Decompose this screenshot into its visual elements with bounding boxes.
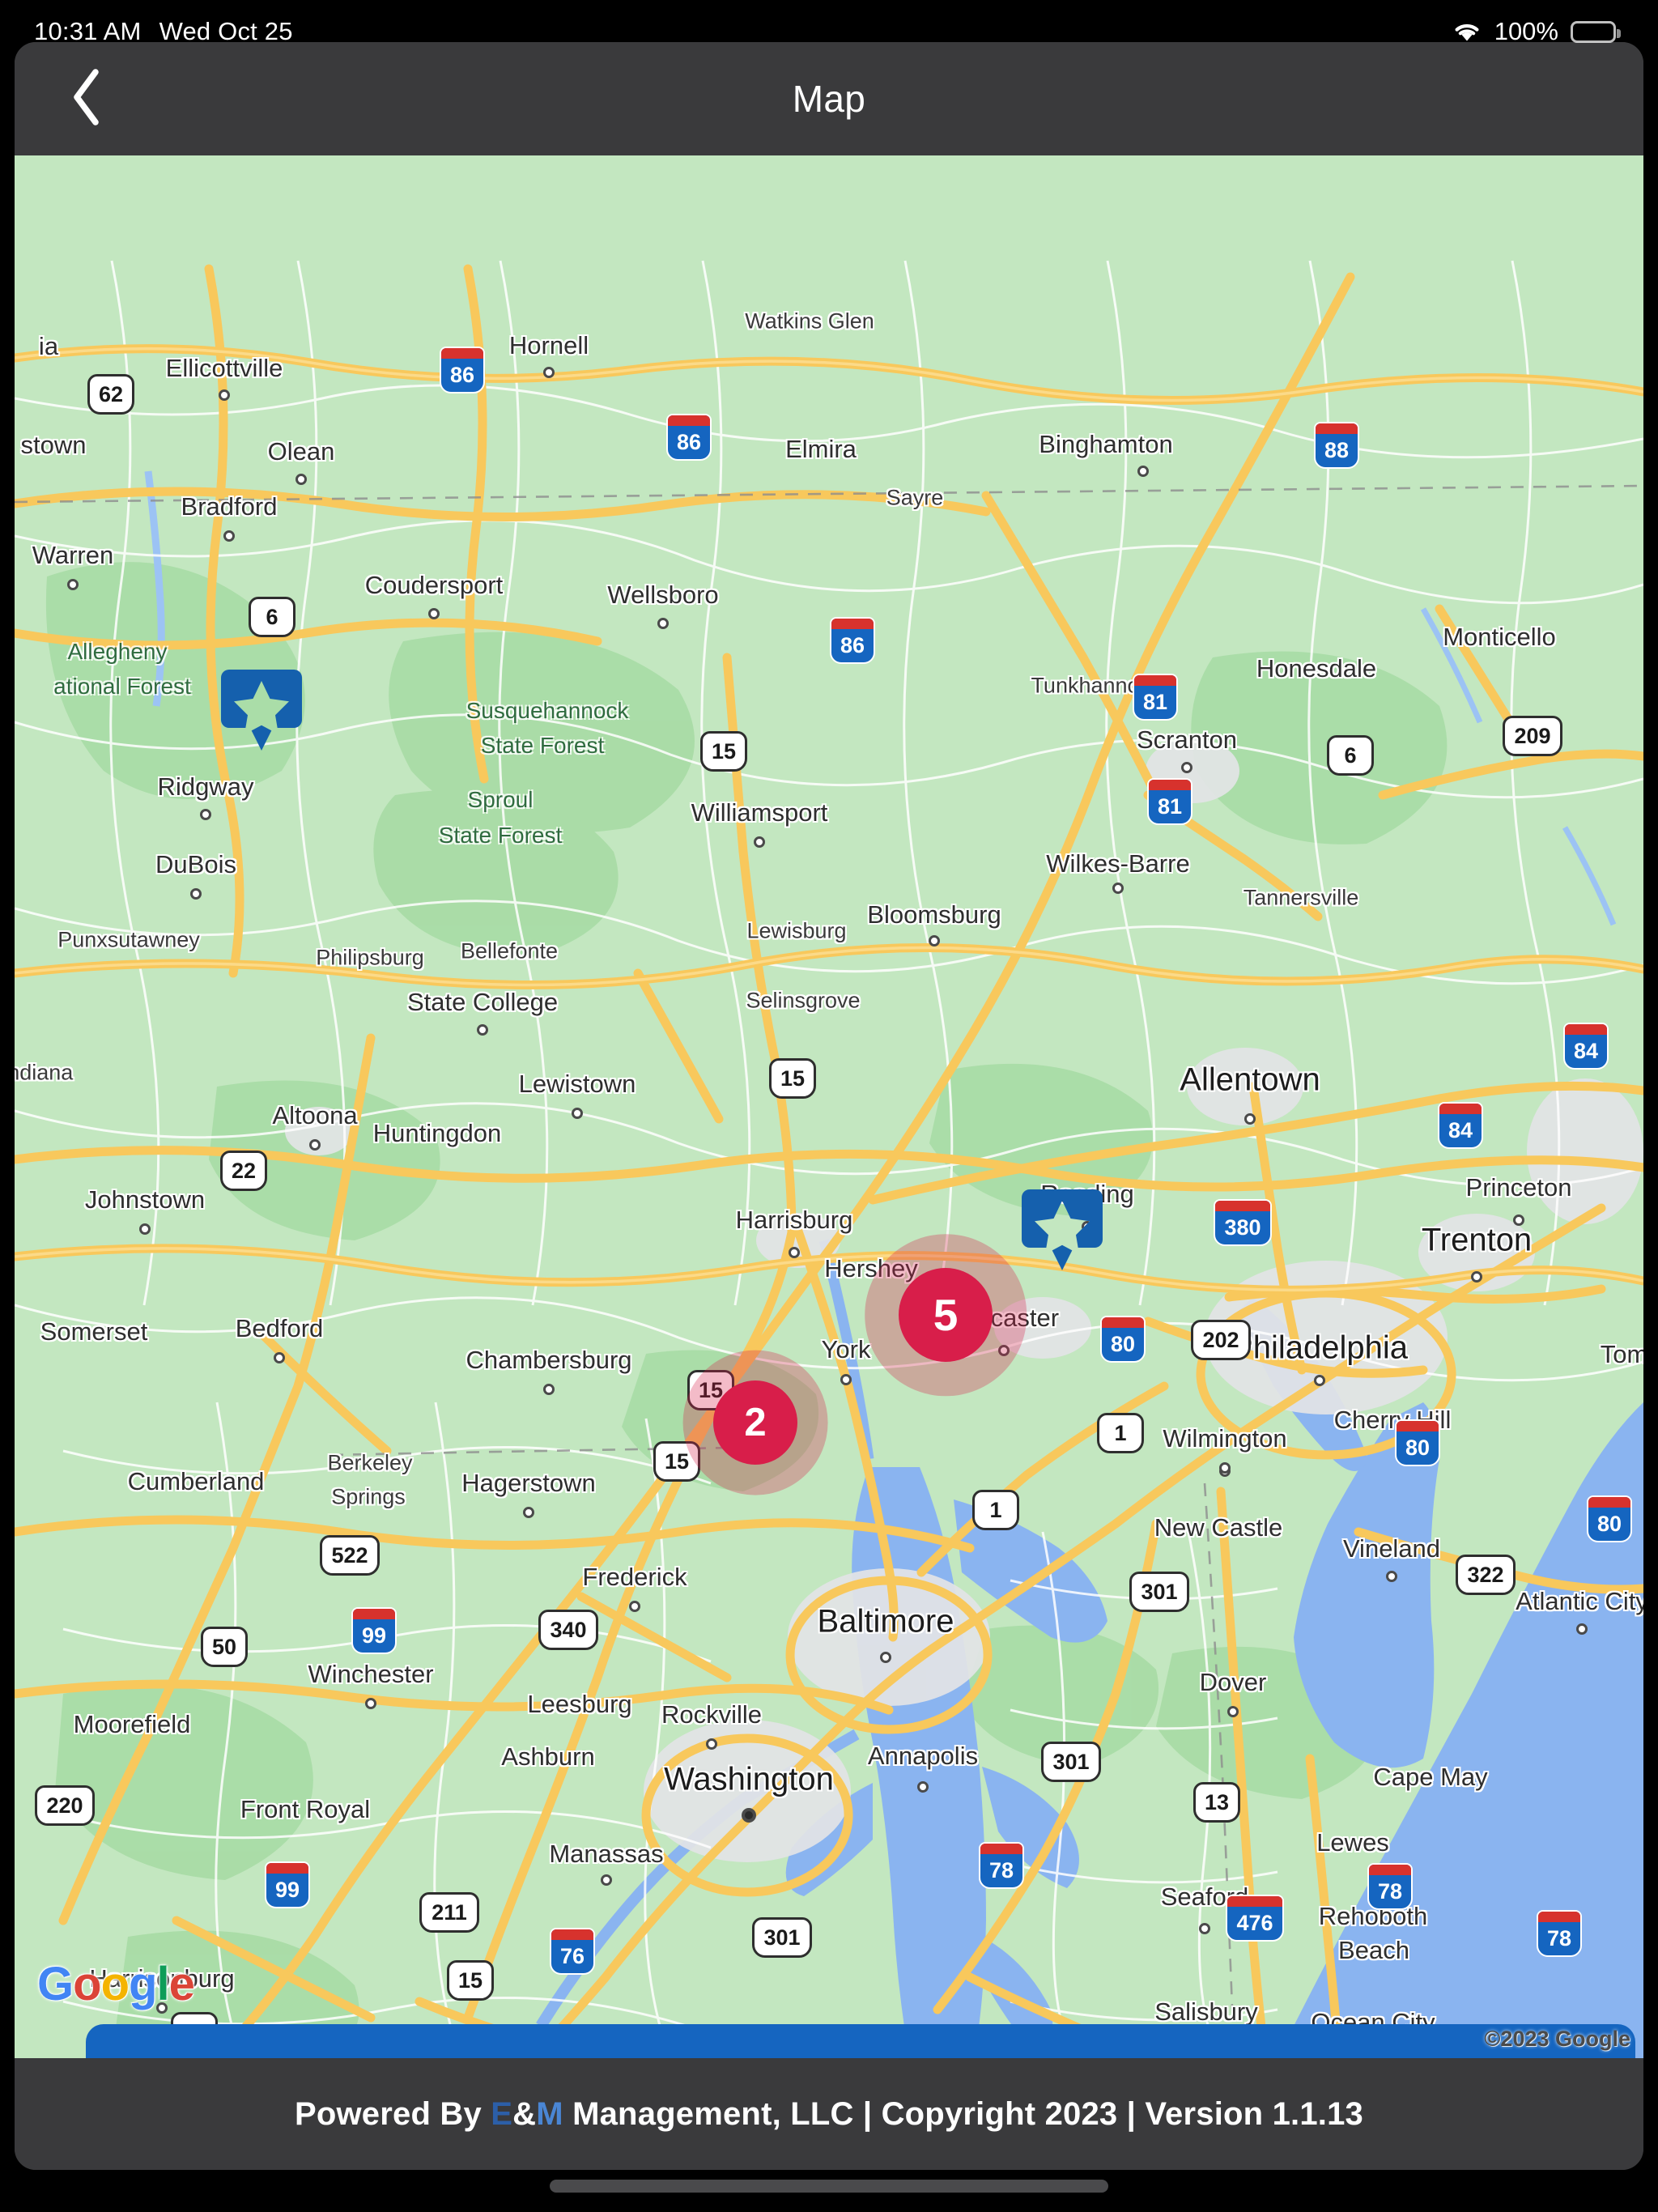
city-dot xyxy=(1471,1271,1482,1283)
city-dot xyxy=(929,935,940,946)
wifi-icon xyxy=(1452,20,1482,43)
status-bar-left: 10:31 AM Wed Oct 25 xyxy=(34,17,293,46)
footer-suffix: Management, LLC | Copyright 2023 | Versi… xyxy=(563,2095,1364,2132)
city-dot xyxy=(1137,466,1149,477)
city-dot xyxy=(629,1601,640,1612)
city-dot xyxy=(223,530,235,542)
star-pin-icon xyxy=(221,670,302,751)
city-dot xyxy=(880,1652,891,1663)
city-dot xyxy=(1227,1706,1239,1717)
city-dot xyxy=(274,1352,285,1363)
brand-letter-e: E xyxy=(491,2095,513,2132)
city-dot xyxy=(1112,883,1124,894)
city-dot xyxy=(657,618,669,629)
star-location-pin[interactable] xyxy=(221,666,302,755)
brand-ampersand: & xyxy=(512,2095,537,2132)
map-cluster-marker[interactable]: 5 xyxy=(899,1268,993,1362)
city-dot xyxy=(190,888,202,900)
city-dot xyxy=(219,389,230,401)
map-cluster-marker[interactable]: 2 xyxy=(713,1380,797,1465)
city-dot xyxy=(572,1108,583,1119)
status-date: Wed Oct 25 xyxy=(159,17,293,45)
city-dot xyxy=(1181,762,1192,773)
brand-letter-m: M xyxy=(536,2095,563,2132)
map-attribution: ©2023 Google xyxy=(1484,2027,1630,2051)
city-dot xyxy=(742,1808,756,1823)
cluster-count-label: 2 xyxy=(744,1401,767,1444)
city-dot xyxy=(543,367,555,378)
city-dot xyxy=(601,1874,612,1886)
city-dot xyxy=(1199,1923,1210,1934)
footer-prefix: Powered By xyxy=(294,2095,491,2132)
city-dot xyxy=(1244,1113,1256,1125)
app-footer: Powered By E&M Management, LLC | Copyrig… xyxy=(15,2058,1643,2170)
battery-percent-label: 100% xyxy=(1494,17,1558,45)
city-dot xyxy=(200,809,211,820)
map-view[interactable]: Hornell Watkins Glen Binghamton Elmira Sayre… xyxy=(15,155,1643,2058)
city-dot xyxy=(67,579,79,590)
app-window: Map Hornell Watkins Glen Binghamton Elmi… xyxy=(15,42,1643,2170)
cluster-count-label: 5 xyxy=(933,1290,959,1340)
city-dot xyxy=(917,1781,929,1793)
city-dot xyxy=(1386,1571,1397,1582)
city-dot xyxy=(477,1024,488,1036)
city-dot xyxy=(139,1223,151,1235)
city-dot xyxy=(1513,1214,1524,1226)
star-location-pin[interactable] xyxy=(1022,1186,1103,1274)
city-dot xyxy=(428,608,440,619)
city-dot xyxy=(295,474,307,485)
city-dot xyxy=(1576,1623,1588,1635)
city-dot xyxy=(1219,1462,1231,1474)
google-logo: Google xyxy=(37,1958,195,2010)
map-canvas xyxy=(15,155,1643,2058)
page-title: Map xyxy=(792,78,866,120)
city-dot xyxy=(754,836,765,848)
battery-full-icon xyxy=(1571,20,1621,43)
city-dot xyxy=(523,1507,534,1518)
city-dot xyxy=(840,1374,852,1385)
city-dot xyxy=(789,1247,800,1258)
city-dot xyxy=(365,1698,376,1709)
star-pin-icon xyxy=(1022,1189,1103,1270)
city-dot xyxy=(706,1738,717,1750)
home-indicator[interactable] xyxy=(550,2180,1108,2193)
status-bar: 10:31 AM Wed Oct 25 100% xyxy=(0,0,1658,63)
footer-credit-text: Powered By E&M Management, LLC | Copyrig… xyxy=(295,2096,1363,2133)
city-dot xyxy=(1314,1375,1325,1386)
chevron-left-icon xyxy=(69,67,104,131)
status-bar-right: 100% xyxy=(1452,17,1621,46)
city-dot xyxy=(309,1139,321,1151)
city-dot xyxy=(543,1384,555,1395)
bottom-blue-banner[interactable] xyxy=(86,2024,1635,2058)
status-time: 10:31 AM xyxy=(34,17,142,45)
